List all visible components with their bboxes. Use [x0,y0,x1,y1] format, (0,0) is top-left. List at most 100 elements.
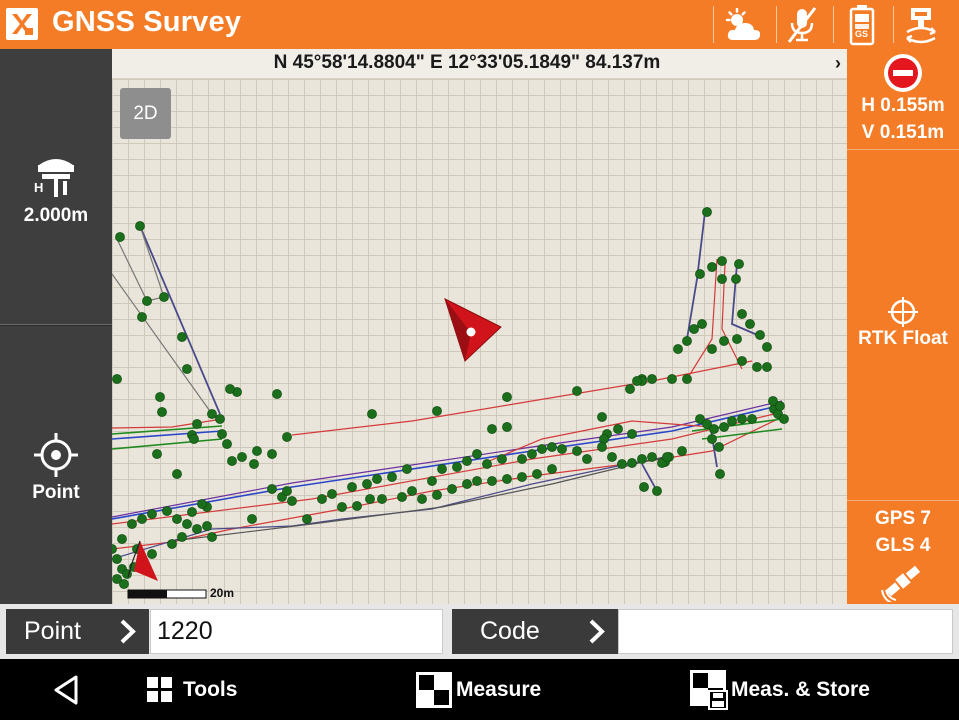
survey-point-marker[interactable] [697,319,707,329]
survey-point-marker[interactable] [347,482,357,492]
survey-point-marker[interactable] [547,464,557,474]
survey-point-marker[interactable] [302,514,312,524]
survey-point-marker[interactable] [267,449,277,459]
survey-point-marker[interactable] [397,492,407,502]
survey-point-marker[interactable] [207,409,217,419]
survey-point-marker[interactable] [377,494,387,504]
survey-point-marker[interactable] [517,472,527,482]
battery-gs-icon[interactable]: GS [838,0,886,49]
survey-point-marker[interactable] [147,549,157,559]
survey-point-marker[interactable] [502,474,512,484]
survey-point-marker[interactable] [417,494,427,504]
survey-point-marker[interactable] [734,259,744,269]
survey-point-marker[interactable] [667,374,677,384]
survey-point-marker[interactable] [572,386,582,396]
survey-point-marker[interactable] [532,469,542,479]
survey-point-marker[interactable] [142,296,152,306]
survey-point-marker[interactable] [162,506,172,516]
survey-point-marker[interactable] [731,274,741,284]
survey-point-marker[interactable] [432,406,442,416]
survey-point-marker[interactable] [147,509,157,519]
survey-point-marker[interactable] [317,494,327,504]
survey-point-marker[interactable] [597,442,607,452]
survey-point-marker[interactable] [702,207,712,217]
survey-point-marker[interactable] [337,502,347,512]
survey-point-marker[interactable] [202,521,212,531]
survey-point-marker[interactable] [762,362,772,372]
survey-point-marker[interactable] [282,432,292,442]
precision-button[interactable]: H 0.155m V 0.151m [847,49,959,149]
survey-point-marker[interactable] [613,424,623,434]
survey-point-marker[interactable] [227,456,237,466]
survey-point-marker[interactable] [717,274,727,284]
survey-point-marker[interactable] [597,412,607,422]
survey-point-marker[interactable] [717,256,727,266]
survey-point-marker[interactable] [112,374,122,384]
survey-point-marker[interactable] [112,544,117,554]
survey-point-marker[interactable] [527,449,537,459]
microphone-off-icon[interactable] [778,0,826,49]
survey-point-marker[interactable] [482,459,492,469]
survey-point-marker[interactable] [472,476,482,486]
survey-point-marker[interactable] [187,507,197,517]
survey-point-marker[interactable] [427,476,437,486]
survey-point-marker[interactable] [207,532,217,542]
survey-point-marker[interactable] [677,446,687,456]
survey-point-marker[interactable] [517,454,527,464]
survey-point-marker[interactable] [372,474,382,484]
survey-point-marker[interactable] [137,312,147,322]
survey-point-marker[interactable] [599,434,609,444]
survey-point-marker[interactable] [177,332,187,342]
survey-point-marker[interactable] [689,324,699,334]
survey-point-marker[interactable] [402,464,412,474]
survey-point-marker[interactable] [617,459,627,469]
survey-point-marker[interactable] [707,262,717,272]
survey-point-marker[interactable] [432,490,442,500]
survey-point-marker[interactable] [462,456,472,466]
survey-point-marker[interactable] [157,407,167,417]
survey-point-marker[interactable] [152,449,162,459]
survey-point-marker[interactable] [719,422,729,432]
survey-point-marker[interactable] [327,489,337,499]
survey-point-marker[interactable] [192,524,202,534]
survey-point-marker[interactable] [607,452,617,462]
survey-point-marker[interactable] [639,482,649,492]
tools-button[interactable]: Tools [146,659,237,720]
point-mode-button[interactable]: Point [0,326,112,604]
survey-point-marker[interactable] [627,429,637,439]
survey-point-marker[interactable] [547,442,557,452]
survey-point-marker[interactable] [502,392,512,402]
survey-point-marker[interactable] [365,494,375,504]
survey-point-marker[interactable] [197,499,207,509]
survey-point-marker[interactable] [752,362,762,372]
survey-point-marker[interactable] [715,469,725,479]
survey-point-marker[interactable] [572,446,582,456]
survey-point-marker[interactable] [462,479,472,489]
coordinate-bar[interactable]: N 45°58'14.8804" E 12°33'05.1849" 84.137… [112,49,847,79]
survey-point-marker[interactable] [252,446,262,456]
survey-point-marker[interactable] [249,459,259,469]
survey-point-marker[interactable] [737,309,747,319]
survey-point-marker[interactable] [159,292,169,302]
survey-point-marker[interactable] [747,414,757,424]
survey-point-marker[interactable] [487,424,497,434]
survey-point-marker[interactable] [115,232,125,242]
view-2d-button[interactable]: 2D [120,88,171,139]
survey-point-marker[interactable] [497,454,507,464]
survey-point-marker[interactable] [167,539,177,549]
survey-point-marker[interactable] [745,319,755,329]
point-name-input[interactable]: 1220 [150,609,443,654]
survey-point-marker[interactable] [625,384,635,394]
survey-point-marker[interactable] [695,269,705,279]
survey-point-marker[interactable] [682,374,692,384]
survey-point-marker[interactable] [755,330,765,340]
survey-point-marker[interactable] [135,221,145,231]
survey-point-marker[interactable] [287,496,297,506]
survey-point-marker[interactable] [117,534,127,544]
survey-point-marker[interactable] [112,554,122,564]
survey-point-marker[interactable] [682,336,692,346]
survey-point-marker[interactable] [215,414,225,424]
survey-point-marker[interactable] [637,454,647,464]
survey-point-marker[interactable] [673,344,683,354]
survey-point-marker[interactable] [452,462,462,472]
